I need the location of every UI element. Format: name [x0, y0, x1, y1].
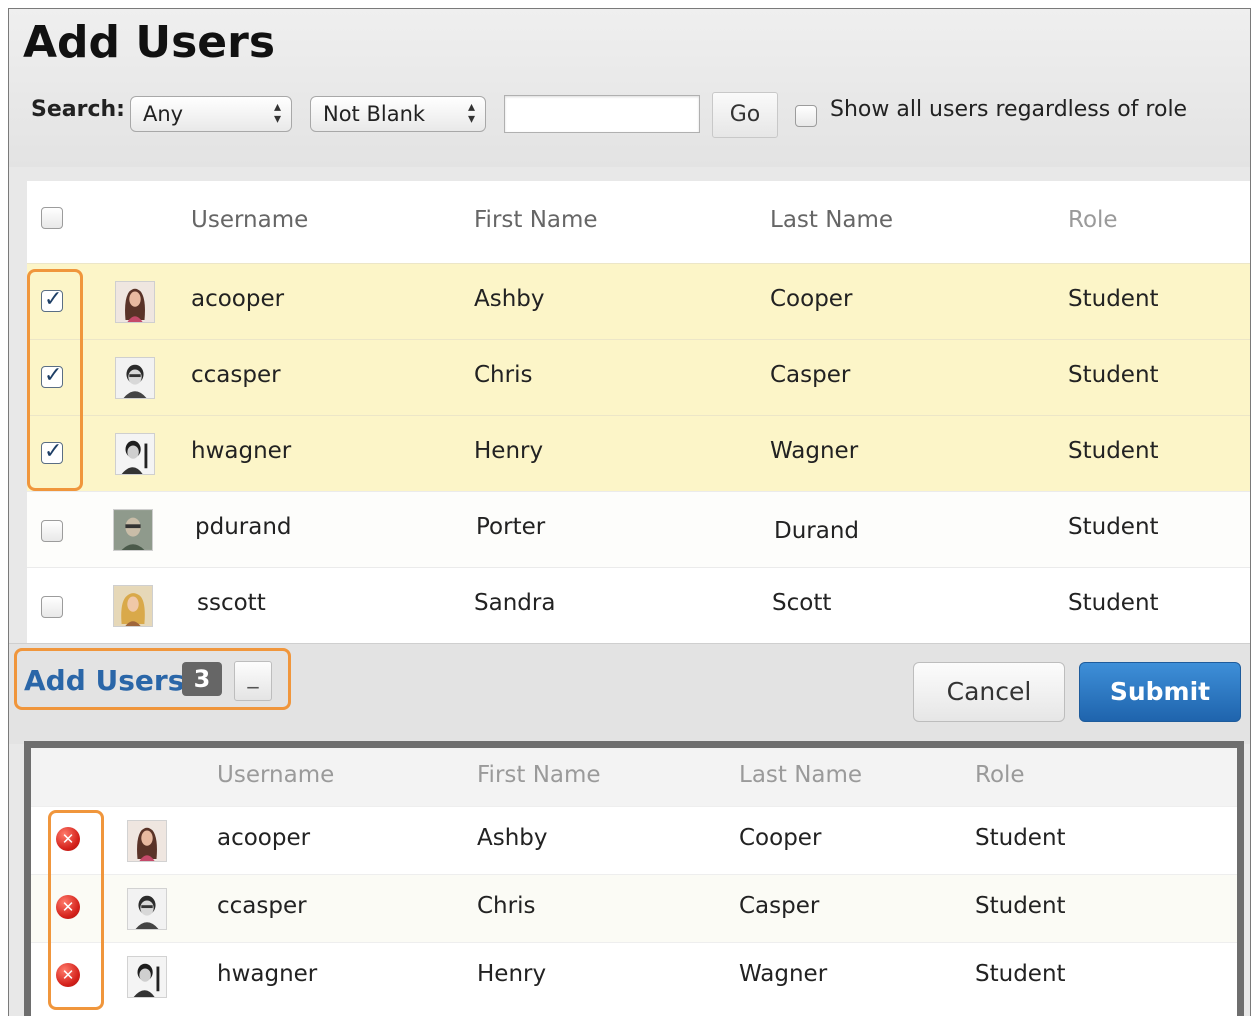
column-role[interactable]: Role [1068, 207, 1118, 233]
man-bw-avatar [127, 956, 167, 998]
search-field-value: Any [143, 102, 184, 126]
first-name-cell: Ashby [474, 286, 545, 312]
column-last-name[interactable]: Last Name [770, 207, 893, 233]
show-all-users-label: Show all users regardless of role [830, 97, 1188, 122]
selected-table-header: Username First Name Last Name Role [31, 748, 1237, 806]
woman-blonde-avatar [113, 585, 153, 627]
search-operator-value: Not Blank [323, 102, 426, 126]
select-arrows-icon: ▴ ▾ [273, 99, 281, 127]
last-name-cell: Casper [770, 362, 851, 388]
search-field-select[interactable]: Any ▴ ▾ [130, 96, 292, 132]
column-username[interactable]: Username [191, 207, 308, 233]
man-bw-avatar [115, 433, 155, 475]
row-checkbox[interactable] [41, 520, 63, 542]
role-cell: Student [1068, 438, 1159, 464]
username-cell: hwagner [191, 438, 292, 464]
role-cell: Student [1068, 286, 1159, 312]
last-name-cell: Wagner [739, 961, 828, 987]
add-users-window: Add Users Search: Any ▴ ▾ Not Blank ▴ ▾ Go… [8, 8, 1251, 1016]
role-cell: Student [1068, 590, 1159, 616]
username-cell: ccasper [217, 893, 307, 919]
table-row[interactable]: ✓ hwagner Henry Wagner Student [27, 415, 1250, 491]
woman-long-hair-avatar [127, 820, 167, 862]
username-cell: sscott [197, 590, 266, 616]
column-first-name: First Name [477, 762, 601, 788]
column-username: Username [217, 762, 335, 788]
selected-row: ✕ hwagner Henry Wagner Student [31, 942, 1237, 1010]
search-label: Search: [31, 97, 125, 122]
username-cell: acooper [217, 825, 311, 851]
selected-row: ✕ ccasper Chris Casper Student [31, 874, 1237, 942]
submit-button[interactable]: Submit [1079, 662, 1241, 722]
remove-icons-highlight-box [48, 810, 104, 1010]
column-first-name[interactable]: First Name [474, 207, 598, 233]
username-cell: hwagner [217, 961, 318, 987]
cancel-button[interactable]: Cancel [913, 662, 1065, 722]
role-cell: Student [975, 825, 1066, 851]
last-name-cell: Wagner [770, 438, 859, 464]
first-name-cell: Ashby [477, 825, 548, 851]
table-row[interactable]: sscott Sandra Scott Student [27, 567, 1250, 643]
row-checkbox[interactable] [41, 596, 63, 618]
header: Add Users Search: Any ▴ ▾ Not Blank ▴ ▾ Go… [9, 9, 1250, 167]
selected-users-panel: Username First Name Last Name Role ✕ aco… [24, 741, 1244, 1016]
show-all-users-checkbox[interactable] [795, 105, 817, 127]
man-avatar [127, 888, 167, 930]
footer-bar: Add Users 3 _ Cancel Submit [9, 643, 1250, 744]
last-name-cell: Casper [739, 893, 820, 919]
username-cell: pdurand [195, 514, 292, 540]
woman-long-hair-avatar [115, 281, 155, 323]
role-cell: Student [1068, 514, 1159, 540]
man-avatar [115, 357, 155, 399]
select-all-checkbox[interactable] [41, 207, 63, 229]
first-name-cell: Chris [477, 893, 536, 919]
checkbox-highlight-box [27, 269, 83, 491]
table-row[interactable]: pdurand Porter Durand Student [27, 491, 1250, 567]
username-cell: ccasper [191, 362, 281, 388]
add-users-highlight-box [14, 648, 291, 710]
first-name-cell: Chris [474, 362, 533, 388]
first-name-cell: Henry [474, 438, 544, 464]
page-title: Add Users [23, 17, 276, 68]
role-cell: Student [975, 893, 1066, 919]
role-cell: Student [975, 961, 1066, 987]
go-button[interactable]: Go [712, 92, 778, 138]
column-role: Role [975, 762, 1025, 788]
username-cell: acooper [191, 286, 285, 312]
selected-row: ✕ acooper Ashby Cooper Student [31, 806, 1237, 874]
search-input[interactable] [504, 95, 700, 133]
table-row[interactable]: ✓ ccasper Chris Casper Student [27, 339, 1250, 415]
last-name-cell: Scott [772, 590, 832, 616]
users-table: Username First Name Last Name Role ✓ aco… [27, 181, 1250, 643]
first-name-cell: Porter [476, 514, 546, 540]
role-cell: Student [1068, 362, 1159, 388]
select-arrows-icon: ▴ ▾ [467, 99, 475, 127]
last-name-cell: Durand [774, 518, 860, 544]
man-glasses-avatar [113, 509, 153, 551]
first-name-cell: Henry [477, 961, 547, 987]
table-header: Username First Name Last Name Role [27, 181, 1250, 263]
last-name-cell: Cooper [739, 825, 822, 851]
table-row[interactable]: ✓ acooper Ashby Cooper Student [27, 263, 1250, 339]
last-name-cell: Cooper [770, 286, 853, 312]
search-operator-select[interactable]: Not Blank ▴ ▾ [310, 96, 486, 132]
first-name-cell: Sandra [474, 590, 556, 616]
column-last-name: Last Name [739, 762, 863, 788]
